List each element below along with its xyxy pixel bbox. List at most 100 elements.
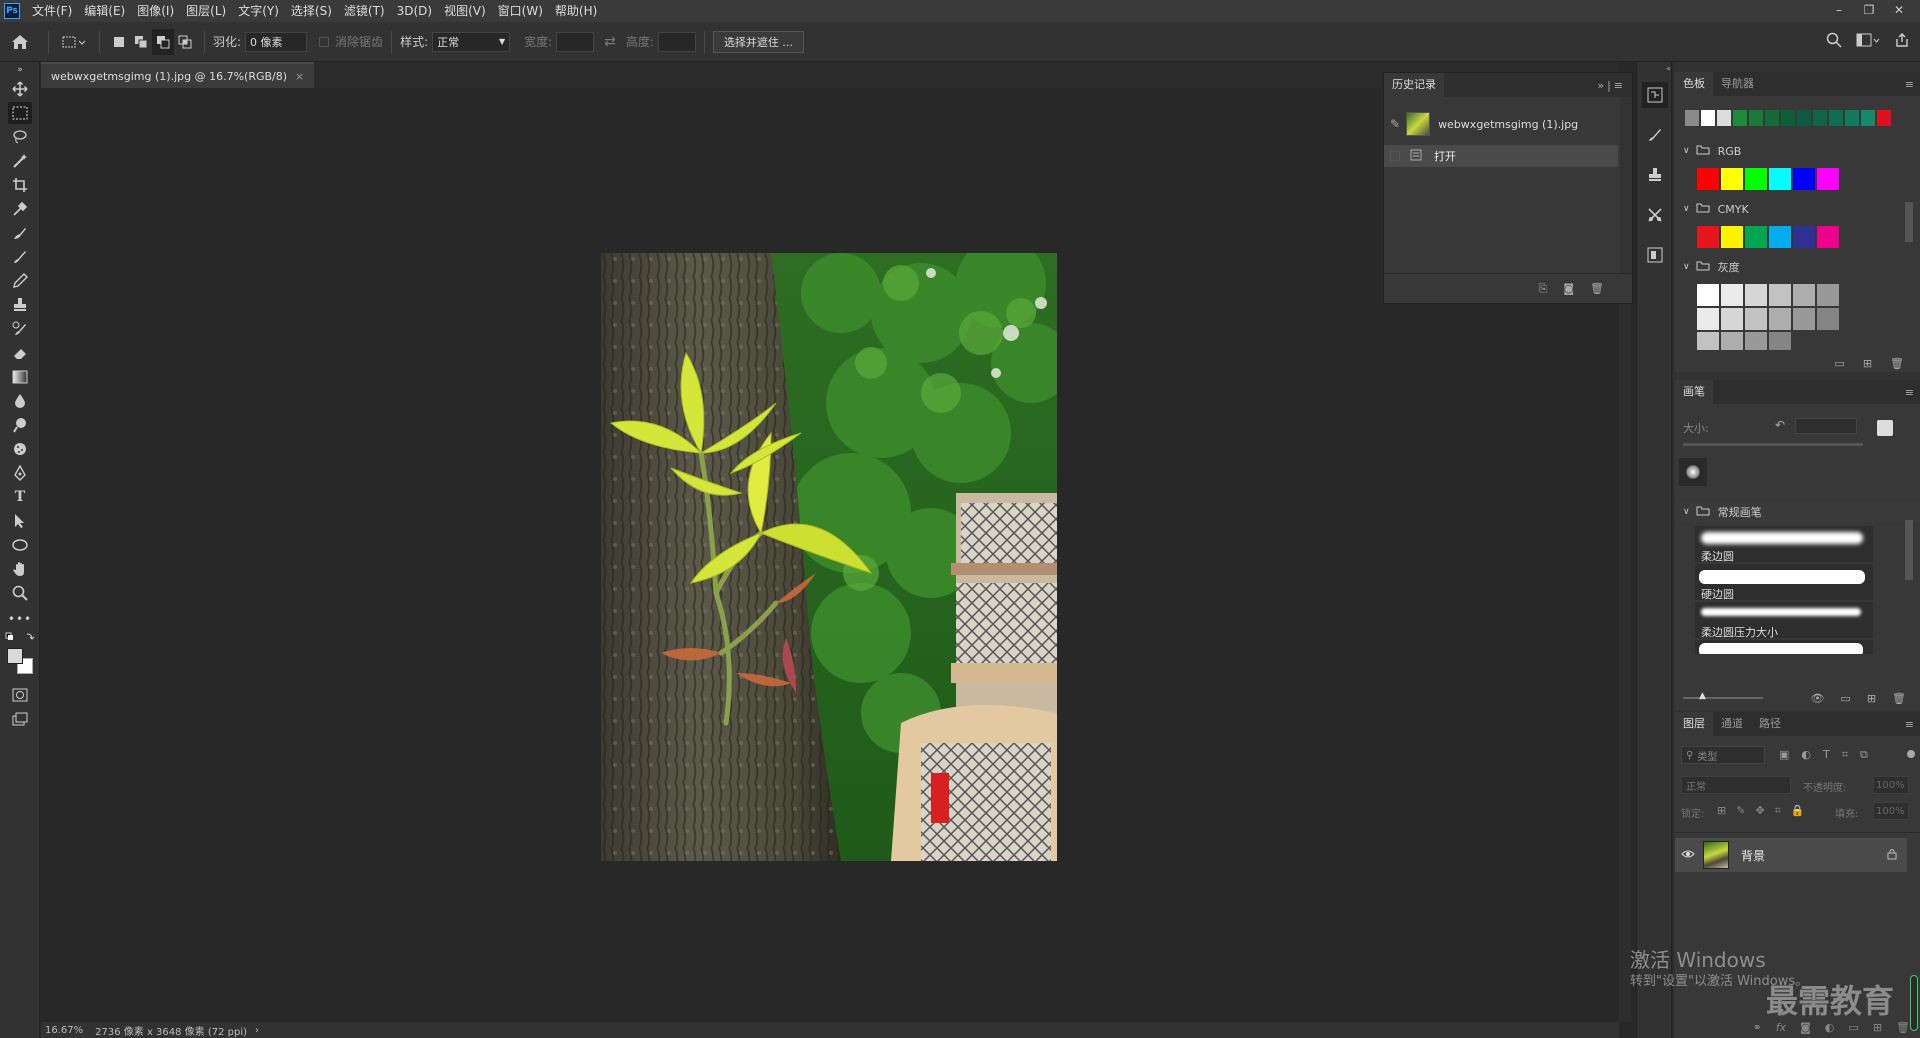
add-selection-icon[interactable] [130,29,152,55]
document-tab[interactable]: webwxgetmsgimg (1).jpg @ 16.7%(RGB/8) × [41,62,315,88]
crop-tool-icon[interactable] [8,174,32,196]
brush-folder-general[interactable]: ∨ 常规画笔 [1675,502,1920,522]
tab-layers[interactable]: 图层 [1675,712,1713,736]
color-swatch[interactable] [1793,308,1815,330]
clone-stamp-tool-icon[interactable] [8,294,32,316]
menu-view[interactable]: 视图(V) [438,0,492,22]
lock-image-icon[interactable]: ✎ [1736,804,1745,818]
document-info[interactable]: 2736 像素 x 3648 像素 (72 ppi) [95,1023,247,1038]
lock-transparency-icon[interactable]: ⊞ [1717,804,1726,818]
lasso-tool-icon[interactable] [8,126,32,148]
restore-button[interactable]: ❐ [1854,0,1884,20]
properties-panel-icon[interactable] [1642,242,1668,268]
brush-size-slider[interactable] [1683,443,1863,446]
history-item[interactable]: 打开 [1384,145,1618,167]
eye-visibility-icon[interactable] [1681,848,1695,862]
delete-swatch-icon[interactable]: 🗑 [1890,357,1904,370]
marquee-preset-icon[interactable] [57,29,91,55]
color-swatch[interactable] [1817,168,1839,190]
height-input[interactable] [657,31,696,52]
tab-swatches[interactable]: 色板 [1675,72,1713,96]
tab-navigator[interactable]: 导航器 [1713,72,1762,96]
lock-artboard-icon[interactable]: ⌗ [1775,804,1781,818]
brush-settings-icon[interactable] [1642,122,1668,148]
delete-brush-icon[interactable]: 🗑 [1892,692,1906,705]
width-input[interactable] [556,31,595,52]
blend-mode-select[interactable]: 正常 [1681,776,1791,794]
new-layer-icon[interactable]: ⊞ [1873,1021,1882,1034]
filter-adjustment-icon[interactable]: ◐ [1801,748,1811,762]
color-swatch[interactable] [1745,332,1767,350]
swatch-group-rgb[interactable]: ∨ RGB [1675,142,1920,160]
recent-color-swatch[interactable] [1797,110,1811,126]
color-swatch[interactable] [1817,308,1839,330]
panel-menu-icon[interactable]: ≡ [1905,386,1914,399]
subtract-selection-icon[interactable] [152,28,174,55]
color-swatch[interactable] [1721,332,1743,350]
foreground-color-swatch[interactable] [7,648,23,664]
color-swatches-fg-bg[interactable] [7,648,35,676]
color-swatch[interactable] [1745,226,1767,248]
magic-wand-tool-icon[interactable] [8,150,32,172]
reset-size-icon[interactable]: ↶ [1775,418,1785,432]
select-and-mask-button[interactable]: 选择并遮住 ... [712,30,804,53]
antialias-checkbox[interactable] [319,36,330,47]
share-icon[interactable] [1894,32,1910,51]
recent-color-swatch[interactable] [1685,110,1699,126]
blur-tool-icon[interactable] [8,390,32,412]
history-state-checkbox[interactable] [1390,151,1400,161]
tab-channels[interactable]: 通道 [1713,712,1751,736]
filter-smart-object-icon[interactable]: ⧉ [1860,748,1868,762]
document-image[interactable] [601,253,1057,861]
panel-menu-icon[interactable]: ≡ [1905,718,1914,731]
opacity-input[interactable]: 100% [1873,776,1909,794]
color-swatch[interactable] [1769,284,1791,306]
recent-color-swatch[interactable] [1733,110,1747,126]
color-swatch[interactable] [1697,226,1719,248]
quick-mask-icon[interactable] [8,684,32,706]
delete-layer-icon[interactable]: 🗑 [1896,1021,1910,1034]
menu-image[interactable]: 图像(I) [131,0,180,22]
recent-color-swatch[interactable] [1749,110,1763,126]
color-swatch[interactable] [1793,168,1815,190]
zoom-level[interactable]: 16.67% [45,1025,83,1036]
brushes-panel-title[interactable]: 画笔 [1675,380,1713,404]
color-swatch[interactable] [1721,226,1743,248]
trash-icon[interactable]: 🗑 [1590,282,1604,295]
preview-size-slider[interactable]: ▲ [1683,691,1763,701]
menu-type[interactable]: 文字(Y) [232,0,285,22]
move-tool-icon[interactable] [8,78,32,100]
spot-healing-brush-icon[interactable] [8,222,32,244]
path-selection-tool-icon[interactable] [8,510,32,532]
color-swatch[interactable] [1721,168,1743,190]
history-brush-tool-icon[interactable] [8,318,32,340]
pencil-tool-icon[interactable] [8,270,32,292]
color-swatch[interactable] [1745,168,1767,190]
new-document-from-state-icon[interactable]: ⎘ [1539,282,1548,296]
menu-help[interactable]: 帮助(H) [549,0,603,22]
color-swatch[interactable] [1817,284,1839,306]
brush-preset[interactable] [1695,640,1873,654]
history-panel-icon[interactable] [1642,82,1668,108]
style-select[interactable]: 正常 ▼ [432,31,511,52]
recent-color-swatch[interactable] [1717,110,1731,126]
brush-preset[interactable]: 柔边圆压力大小 [1695,602,1873,639]
feather-input[interactable]: 0 像素 [245,31,308,52]
swatch-group-cmyk[interactable]: ∨ CMYK [1675,200,1920,218]
color-swatch[interactable] [1697,308,1719,330]
type-tool-icon[interactable]: T [8,486,32,508]
filter-pixel-icon[interactable]: ▣ [1779,748,1789,762]
color-swatch[interactable] [1769,168,1791,190]
recent-color-swatch[interactable] [1829,110,1843,126]
brushes-scrollbar[interactable] [1905,500,1917,650]
color-swatch[interactable] [1697,284,1719,306]
menu-layer[interactable]: 图层(L) [180,0,232,22]
filter-type-icon[interactable]: T [1823,748,1830,762]
recent-color-swatch[interactable] [1765,110,1779,126]
menu-edit[interactable]: 编辑(E) [78,0,131,22]
panel-menu-icon[interactable]: ≡ [1905,78,1914,91]
minimize-button[interactable]: – [1824,0,1854,20]
color-swatch[interactable] [1721,308,1743,330]
new-brush-group-icon[interactable]: ▭ [1840,692,1850,705]
color-swatch[interactable] [1745,284,1767,306]
